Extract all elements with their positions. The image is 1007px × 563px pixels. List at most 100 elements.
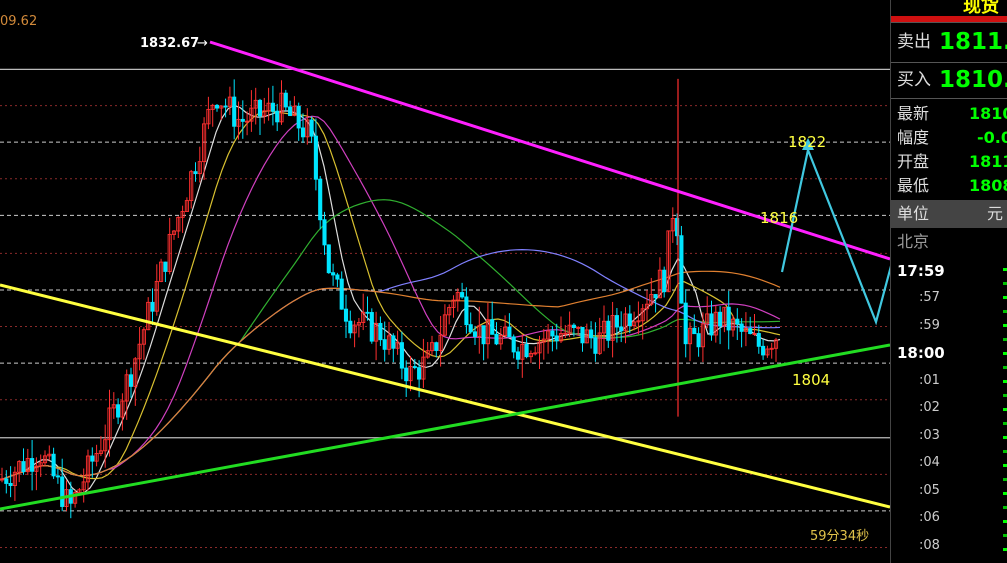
candle-body (21, 461, 26, 473)
candle-body (739, 323, 744, 332)
candle-body (60, 476, 65, 507)
volume-tick (1003, 282, 1007, 285)
open-label: 开盘 (897, 152, 930, 171)
target-1804-label: 1804 (792, 371, 830, 389)
unit-label: 单位 (897, 204, 930, 223)
high-price-arrow: → (197, 36, 208, 51)
volume-tick (1003, 296, 1007, 299)
candle-body (163, 261, 168, 272)
latest-value: 1810 (969, 104, 1007, 123)
candle-body (653, 294, 658, 299)
volume-tick (1003, 338, 1007, 341)
price-chart[interactable]: 09.62 1832.67 → 1822 1816 1804 59分34秒 (0, 0, 890, 563)
volume-tick (1003, 366, 1007, 369)
candle-body (748, 328, 753, 335)
candle-body (382, 339, 387, 350)
candle-body (399, 342, 404, 369)
candle-body (4, 478, 9, 484)
candle-body (30, 458, 35, 472)
candle-body (322, 219, 327, 246)
candle-body (490, 319, 495, 335)
latest-label: 最新 (897, 104, 930, 123)
candle-body (313, 135, 318, 180)
volume-tick (1003, 268, 1007, 271)
time-label: :03 (919, 428, 940, 443)
candle-body (511, 336, 516, 353)
candle-body (283, 92, 288, 108)
candle-body (326, 244, 331, 274)
candle-body (412, 366, 417, 369)
location-row: 北京 (891, 230, 1007, 254)
candle-body (116, 404, 121, 418)
change-value: -0.0 (977, 128, 1007, 147)
volume-tick (1003, 436, 1007, 439)
candle-body (524, 343, 529, 358)
candle-body (472, 331, 478, 337)
candle-body (270, 102, 275, 112)
time-label: :08 (919, 538, 940, 553)
candle-body (417, 367, 422, 380)
volume-tick (1003, 352, 1007, 355)
candle-body (735, 318, 740, 325)
candle-body (507, 326, 512, 338)
volume-tick (1003, 548, 1007, 551)
candle-body (756, 333, 761, 347)
candle-body (128, 374, 134, 387)
candle-body (51, 453, 56, 477)
candle-body (571, 324, 576, 329)
high-price-label: 1832.67 (140, 36, 199, 51)
volume-tick (1003, 492, 1007, 495)
time-label: :01 (919, 373, 940, 388)
buy-value: 1810. (939, 67, 1007, 93)
time-label: :04 (919, 455, 940, 470)
low-value: 1808 (969, 176, 1007, 195)
candle-body (257, 99, 263, 117)
candle-body (365, 311, 370, 314)
candle-body (494, 333, 499, 345)
low-label: 最低 (897, 176, 930, 195)
candle-body (434, 342, 439, 351)
volume-tick (1003, 478, 1007, 481)
volume-tick (1003, 450, 1007, 453)
candle-body (150, 301, 155, 312)
candle-body (692, 327, 697, 335)
candle-body (288, 106, 293, 117)
candle-body (348, 320, 353, 334)
header-left-value: 09.62 (0, 14, 37, 29)
change-label: 幅度 (897, 128, 930, 147)
target-1822-label: 1822 (788, 133, 826, 151)
sell-row: 卖出 1811. (891, 30, 1007, 54)
quote-row-open: 开盘 1811 (891, 150, 1007, 174)
unit-value: 元 (987, 204, 1004, 223)
open-value: 1811 (969, 152, 1007, 171)
candle-body (515, 351, 521, 360)
candle-body (240, 118, 245, 122)
candle-body (275, 110, 280, 123)
location-label: 北京 (897, 232, 930, 251)
candle-body (696, 333, 701, 348)
candle-body (761, 345, 766, 356)
candle-body (718, 311, 723, 327)
volume-tick (1003, 310, 1007, 313)
candle-body (300, 127, 306, 138)
candle-body (589, 329, 594, 339)
candle-body (404, 367, 409, 382)
candle-body (369, 312, 374, 342)
candle-body (193, 171, 198, 175)
time-label: :06 (919, 510, 940, 525)
candle-body (550, 330, 555, 337)
buy-row: 买入 1810. (891, 68, 1007, 92)
candle-body (554, 335, 559, 342)
candle-body (331, 272, 336, 276)
candle-body (378, 322, 383, 341)
candle-body (709, 313, 714, 336)
candle-body (580, 326, 585, 344)
candle-body (619, 326, 624, 332)
candle-body (296, 105, 301, 129)
candle-body (214, 104, 220, 109)
volume-tick (1003, 506, 1007, 509)
candle-body (614, 315, 619, 328)
candle-body (593, 337, 598, 354)
candle-body (343, 308, 349, 322)
candle-body (309, 119, 314, 137)
